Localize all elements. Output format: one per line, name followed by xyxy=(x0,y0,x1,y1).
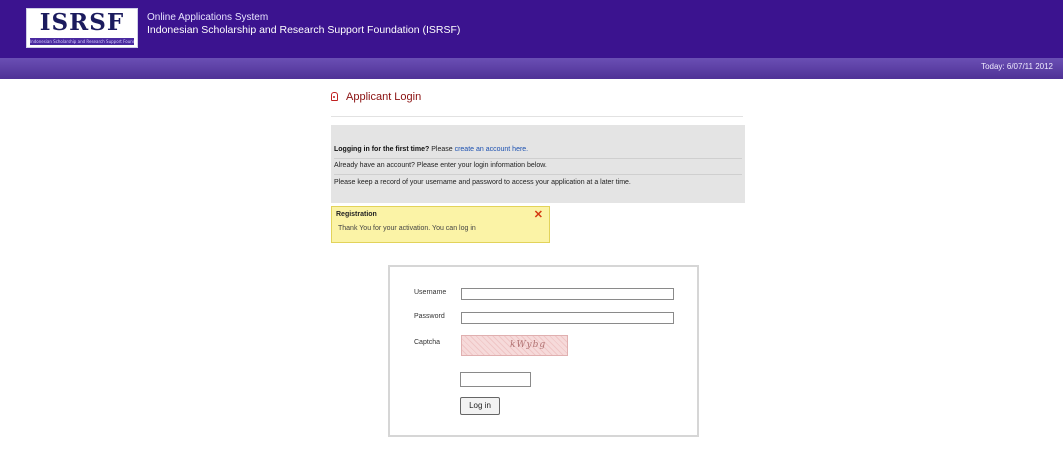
keep-record-text: Please keep a record of your username an… xyxy=(334,179,631,186)
first-time-row: Logging in for the first time? Please cr… xyxy=(334,142,742,159)
close-icon[interactable]: ✕ xyxy=(534,208,543,221)
username-input[interactable] xyxy=(461,288,674,300)
login-form: Username Password Captcha kWybg Log in xyxy=(388,265,699,437)
registration-notice: Registration Thank You for your activati… xyxy=(331,206,550,243)
existing-account-text: Already have an account? Please enter yo… xyxy=(334,158,742,175)
login-button[interactable]: Log in xyxy=(460,397,500,415)
first-time-question: Logging in for the first time? xyxy=(334,146,430,153)
password-label: Password xyxy=(414,313,445,320)
login-info-box: Logging in for the first time? Please cr… xyxy=(331,125,745,203)
organization-name: Indonesian Scholarship and Research Supp… xyxy=(147,24,461,36)
logo-tagline: Indonesian Scholarship and Research Supp… xyxy=(30,38,134,45)
captcha-label: Captcha xyxy=(414,339,441,346)
captcha-image: kWybg xyxy=(461,335,568,356)
system-name: Online Applications System xyxy=(147,12,269,23)
site-header: ISRSF Indonesian Scholarship and Researc… xyxy=(0,0,1063,58)
first-time-text: Please xyxy=(429,146,455,153)
username-label: Username xyxy=(414,289,447,296)
title-divider xyxy=(331,116,743,117)
create-account-link[interactable]: create an account here. xyxy=(455,146,529,153)
password-input[interactable] xyxy=(461,312,674,324)
page-title: Applicant Login xyxy=(331,91,421,103)
page-title-text: Applicant Login xyxy=(346,91,422,103)
captcha-text: kWybg xyxy=(510,340,547,350)
lock-icon xyxy=(331,92,338,101)
header-subbar: Today: 6/07/11 2012 xyxy=(0,58,1063,79)
captcha-input[interactable] xyxy=(460,372,531,387)
notice-title: Registration xyxy=(336,211,377,218)
logo-text: ISRSF xyxy=(39,9,125,36)
system-title: Online Applications System Indonesian Sc… xyxy=(147,11,460,37)
today-date: Today: 6/07/11 2012 xyxy=(981,62,1053,71)
notice-message: Thank You for your activation. You can l… xyxy=(338,225,476,232)
isrsf-logo[interactable]: ISRSF Indonesian Scholarship and Researc… xyxy=(26,8,138,48)
